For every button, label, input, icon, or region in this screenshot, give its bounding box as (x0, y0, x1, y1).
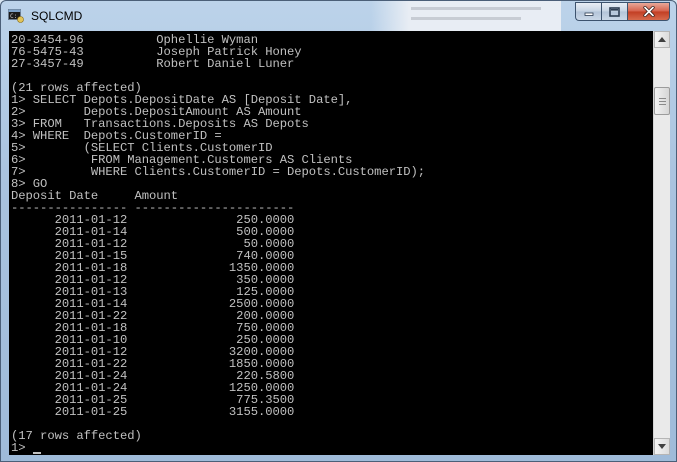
sqlcmd-window: C: SQLCMD 20-3454-96 Ophellie Wyman 76-54… (0, 0, 677, 462)
caption-buttons (575, 2, 670, 22)
console-line: 1> (11, 441, 33, 455)
console-app-icon: C: (8, 9, 24, 23)
text-cursor (32, 452, 41, 454)
maximize-button[interactable] (601, 2, 627, 21)
scroll-up-button[interactable] (654, 31, 670, 48)
scroll-thumb[interactable] (654, 87, 670, 115)
close-icon (642, 6, 655, 17)
console-output[interactable]: 20-3454-96 Ophellie Wyman 76-5475-43 Jose… (9, 31, 653, 455)
title-bar[interactable]: C: SQLCMD (1, 1, 676, 31)
vertical-scrollbar[interactable] (653, 31, 670, 455)
console-line: 27-3457-49 Robert Daniel Luner (11, 57, 295, 71)
background-window-glimpse (371, 1, 561, 31)
minimize-button[interactable] (575, 2, 601, 21)
scroll-down-button[interactable] (654, 438, 670, 455)
minimize-icon (584, 12, 593, 16)
scroll-down-arrow-icon (658, 444, 666, 449)
maximize-icon (609, 6, 620, 17)
scroll-up-arrow-icon (658, 37, 666, 42)
console-line: 7> WHERE Clients.CustomerID = Depots.Cus… (11, 165, 426, 179)
console-line: 2011-01-25 3155.0000 (11, 405, 295, 419)
close-button[interactable] (627, 2, 670, 21)
window-title: SQLCMD (31, 9, 83, 23)
svg-text:C:: C: (10, 13, 17, 20)
